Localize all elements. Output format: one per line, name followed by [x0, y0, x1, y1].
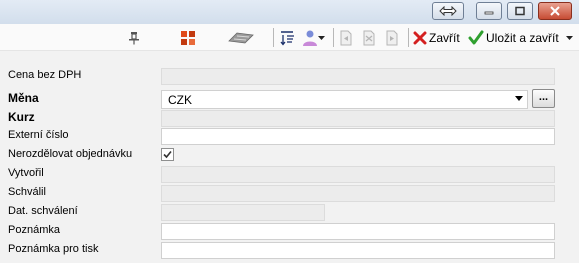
no-split-label: Nerozdělovat objednávku [8, 148, 133, 160]
user-icon [303, 30, 317, 46]
chevron-down-icon [565, 35, 573, 40]
note-label: Poznámka [8, 224, 60, 236]
minimize-button[interactable] [476, 2, 502, 20]
currency-label: Měna [8, 91, 39, 105]
created-by-field [161, 166, 555, 183]
no-split-checkbox[interactable] [161, 148, 174, 161]
currency-value: CZK [168, 93, 192, 107]
first-record-button[interactable] [339, 27, 355, 48]
approval-date-field [161, 204, 325, 221]
save-and-close-label: Uložit a zavřít [486, 30, 559, 45]
toolbar: Zavřít Uložit a zavřít [0, 24, 579, 51]
close-window-button[interactable] [538, 2, 572, 20]
pin-icon [129, 31, 139, 44]
document-next-icon [386, 30, 398, 45]
toolbar-separator [333, 28, 334, 47]
created-by-label: Vytvořil [8, 167, 44, 179]
approved-by-label: Schválil [8, 186, 46, 198]
toolbar-separator [408, 28, 409, 47]
price-field [161, 68, 555, 85]
double-arrow-icon [439, 6, 457, 16]
grid-button[interactable] [180, 27, 196, 48]
close-icon [550, 6, 560, 16]
next-record-button[interactable] [385, 27, 401, 48]
currency-browse-button[interactable]: ... [532, 89, 555, 108]
close-form-button[interactable]: Zavřít [413, 27, 465, 48]
document-previous-icon [363, 30, 375, 45]
maximize-icon [515, 6, 525, 16]
chevron-down-icon[interactable] [515, 96, 523, 101]
grid-icon [181, 30, 195, 45]
maximize-button[interactable] [507, 2, 533, 20]
keyboard-button[interactable] [228, 27, 254, 48]
price-label: Cena bez DPH [8, 69, 82, 81]
rate-label: Kurz [8, 110, 35, 124]
print-note-label: Poznámka pro tisk [8, 243, 99, 255]
approved-by-field [161, 185, 555, 202]
sort-button[interactable] [279, 27, 297, 48]
window-titlebar [0, 0, 579, 24]
checkmark-icon [468, 30, 484, 44]
pin-button[interactable] [127, 27, 143, 48]
chevron-down-icon [318, 35, 325, 40]
close-form-label: Zavřít [429, 30, 460, 45]
sort-icon [280, 30, 294, 46]
close-x-icon [413, 31, 427, 44]
toolbar-separator [273, 28, 274, 47]
external-number-input[interactable] [161, 128, 555, 145]
minimize-icon [484, 11, 494, 15]
rate-field [161, 110, 555, 127]
approval-date-label: Dat. schválení [8, 205, 78, 217]
save-and-close-button[interactable]: Uložit a zavřít [468, 27, 576, 48]
external-number-label: Externí číslo [8, 129, 69, 141]
order-form: Cena bez DPH Měna CZK ... Kurz Externí č… [0, 51, 579, 263]
previous-record-button[interactable] [362, 27, 378, 48]
keyboard-icon [228, 32, 254, 43]
print-note-input[interactable] [161, 242, 555, 259]
currency-select[interactable]: CZK [161, 90, 528, 109]
user-menu-button[interactable] [302, 27, 328, 48]
note-input[interactable] [161, 223, 555, 240]
document-first-icon [340, 30, 352, 45]
restore-layout-button[interactable] [432, 2, 464, 20]
checkmark-icon [163, 150, 172, 159]
